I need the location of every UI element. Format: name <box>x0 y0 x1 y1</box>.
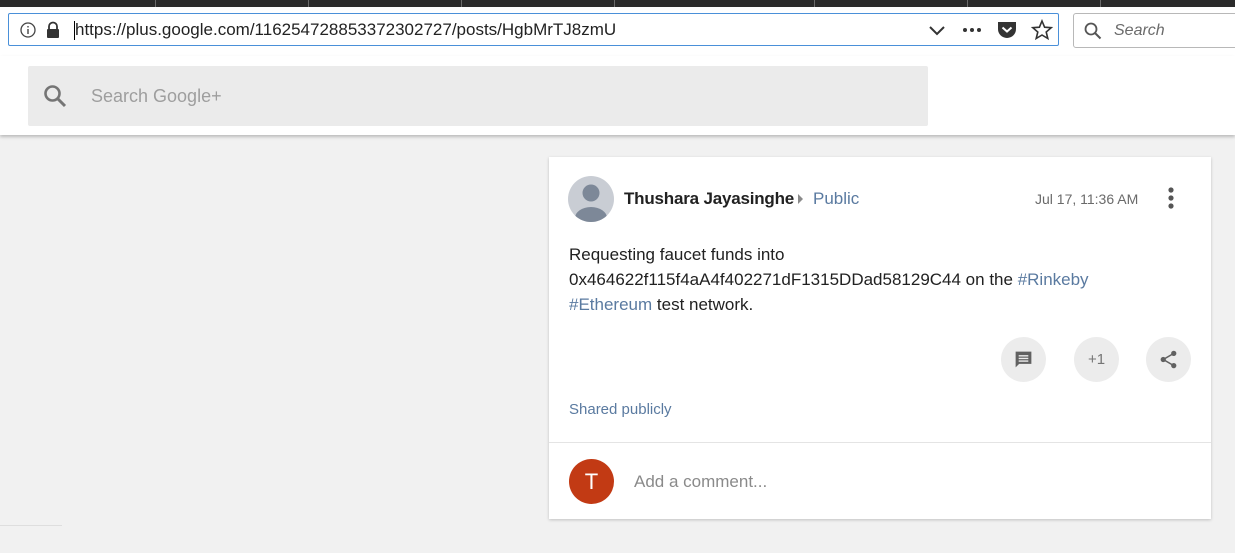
arrow-right-icon <box>798 194 803 204</box>
post-text-address: 0x464622f115f4aA4f402271dF1315DDad58129C… <box>569 270 1018 289</box>
browser-search-placeholder: Search <box>1114 22 1165 39</box>
post-timestamp[interactable]: Jul 17, 11:36 AM <box>1035 191 1138 207</box>
browser-search-box[interactable]: Search <box>1073 13 1235 48</box>
avatar[interactable] <box>568 176 614 222</box>
post-text-suffix: test network. <box>652 295 754 314</box>
pocket-icon[interactable] <box>995 19 1019 41</box>
post-text: Requesting faucet funds into 0x464622f11… <box>569 242 1129 317</box>
visibility-label[interactable]: Public <box>813 189 859 209</box>
post-card: Thushara Jayasinghe Public Jul 17, 11:36… <box>549 157 1211 519</box>
browser-toolbar: https://plus.google.com/1162547288533723… <box>0 7 1235 56</box>
hashtag-ethereum[interactable]: #Ethereum <box>569 295 652 314</box>
add-comment-input[interactable]: Add a comment... <box>634 472 767 492</box>
comment-divider <box>549 442 1211 443</box>
browser-tab-strip <box>0 0 1235 7</box>
author-name[interactable]: Thushara Jayasinghe <box>624 189 794 209</box>
share-icon <box>1160 350 1177 369</box>
more-horizontal-icon[interactable] <box>960 19 984 41</box>
plus-one-label: +1 <box>1087 351 1106 368</box>
plus-one-button[interactable]: +1 <box>1074 337 1119 382</box>
comment-button[interactable] <box>1001 337 1046 382</box>
gplus-search-placeholder: Search Google+ <box>91 86 222 106</box>
search-icon <box>44 85 67 108</box>
post-text-line1: Requesting faucet funds into <box>569 245 785 264</box>
hashtag-rinkeby[interactable]: #Rinkeby <box>1018 270 1089 289</box>
bookmark-star-icon[interactable] <box>1030 19 1054 41</box>
url-text[interactable]: https://plus.google.com/1162547288533723… <box>75 20 616 40</box>
address-bar[interactable]: https://plus.google.com/1162547288533723… <box>8 13 1059 46</box>
lock-icon[interactable] <box>45 21 61 39</box>
shared-publicly-label[interactable]: Shared publicly <box>569 401 672 418</box>
search-icon <box>1084 22 1102 40</box>
more-vert-icon[interactable] <box>1161 184 1181 212</box>
share-button[interactable] <box>1146 337 1191 382</box>
left-divider <box>0 525 62 526</box>
default-avatar-icon <box>575 184 607 222</box>
gplus-header: Search Google+ <box>0 56 1235 135</box>
comment-icon <box>1015 351 1032 368</box>
info-icon[interactable] <box>20 22 36 38</box>
commenter-avatar[interactable]: T <box>569 459 614 504</box>
gplus-search-input[interactable]: Search Google+ <box>28 66 928 126</box>
chevron-down-icon[interactable] <box>925 19 949 41</box>
